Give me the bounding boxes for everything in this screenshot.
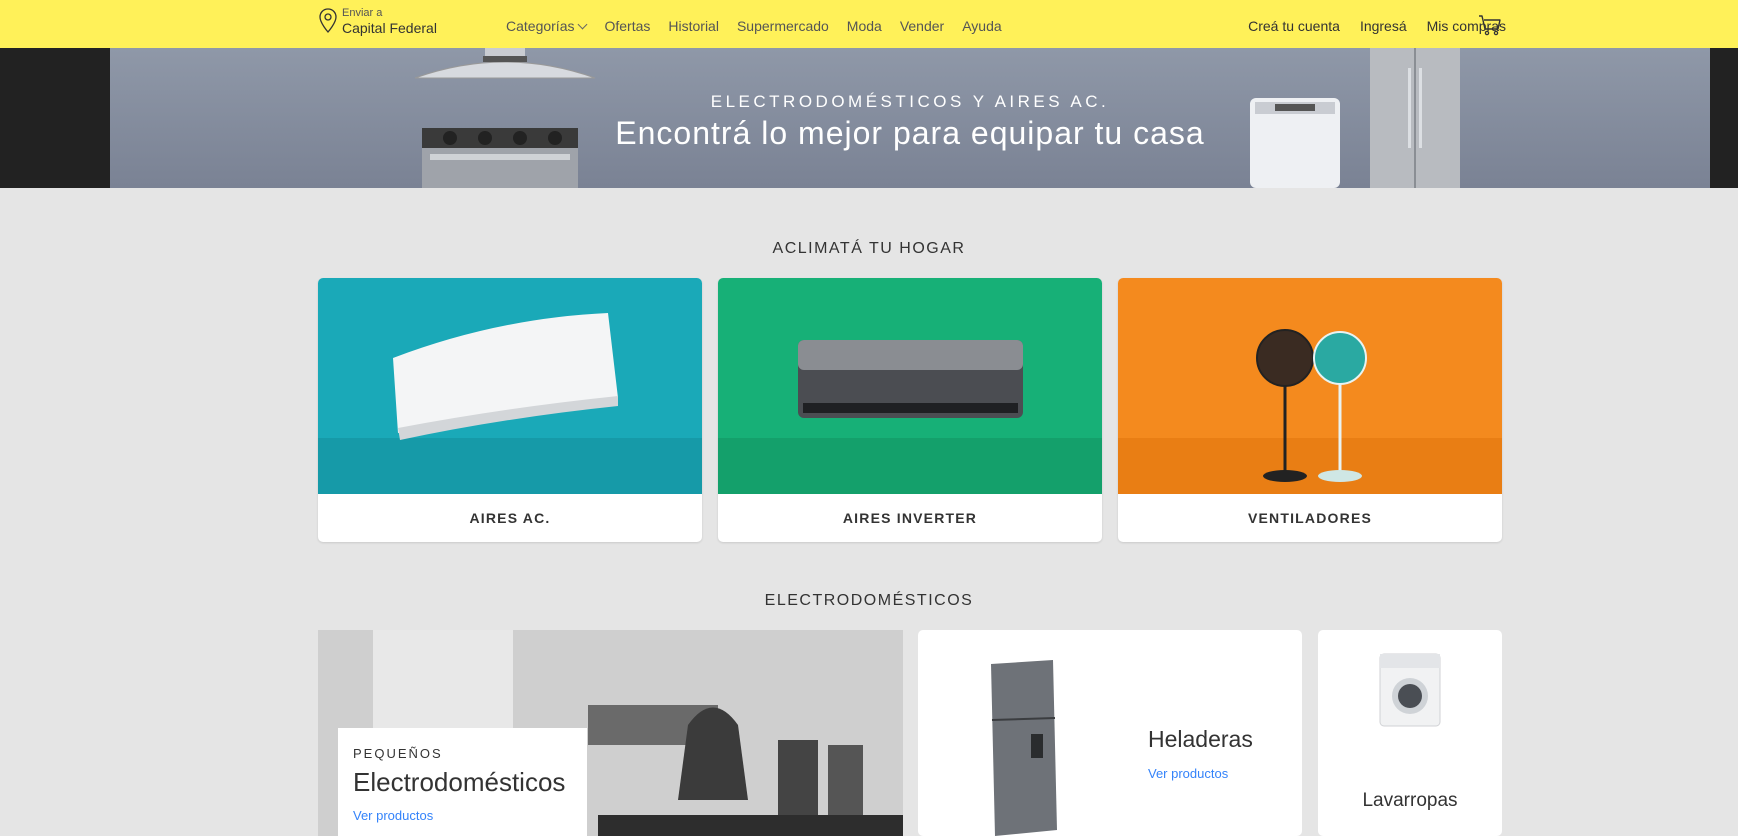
hero-banner[interactable]: ELECTRODOMÉSTICOS Y AIRES AC. Encontrá l… [110,48,1710,188]
nav-historial[interactable]: Historial [668,18,719,34]
heladeras-title: Heladeras [1148,726,1253,752]
nav-vender[interactable]: Vender [900,18,944,34]
featured-big-title: Electrodomésticos [353,767,566,797]
banner-subtitle: ELECTRODOMÉSTICOS Y AIRES AC. [710,92,1110,111]
cart-icon[interactable] [1478,14,1502,36]
nav-ofertas[interactable]: Ofertas [604,18,650,34]
account-nav: Creá tu cuenta Ingresá Mis compras [1228,18,1506,34]
fan-icon [1118,329,1502,494]
ventiladores-image [1118,278,1502,494]
climate-section-title: ACLIMATÁ TU HOGAR [772,240,966,257]
login-link[interactable]: Ingresá [1360,18,1407,34]
aires-ac-image [318,278,702,494]
appliances-section-title: ELECTRODOMÉSTICOS [764,592,974,609]
aires-inverter-image [718,278,1102,494]
nav-supermercado[interactable]: Supermercado [737,18,829,34]
card-pequenos-electrodomesticos[interactable]: PEQUEÑOS Electrodomésticos Ver productos [318,630,903,836]
card-ventiladores[interactable]: VENTILADORES [1118,278,1502,542]
featured-link[interactable]: Ver productos [353,808,572,823]
main-nav: Categorías Ofertas Historial Supermercad… [506,18,1020,34]
washing-machine-icon [1379,653,1441,727]
banner-title: Encontrá lo mejor para equipar tu casa [615,115,1205,151]
featured-small-title: PEQUEÑOS [353,746,443,761]
location-pin-icon [319,8,337,33]
air-conditioner-icon [318,313,702,494]
location-value: Capital Federal [342,20,437,36]
location-label: Enviar a [342,7,383,19]
ventiladores-label: VENTILADORES [1247,510,1373,526]
inverter-unit-icon [718,340,1102,494]
card-lavarropas[interactable]: Lavarropas [1318,630,1502,836]
create-account-link[interactable]: Creá tu cuenta [1248,18,1340,34]
aires-inverter-label: AIRES INVERTER [842,510,978,526]
chevron-down-icon [578,19,588,30]
shipping-location[interactable]: Enviar a Capital Federal [318,7,437,37]
nav-categorias-label: Categorías [506,18,575,34]
featured-overlay: PEQUEÑOS Electrodomésticos Ver productos [338,728,587,836]
heladeras-link[interactable]: Ver productos [1148,766,1228,781]
fridge-product-icon [991,660,1057,836]
aires-ac-label: AIRES AC. [469,510,551,526]
range-hood-image [414,48,596,79]
top-header: Enviar a Capital Federal Categorías Ofer… [0,0,1738,48]
card-aires-ac[interactable]: AIRES AC. [318,278,702,542]
lavarropas-title: Lavarropas [1362,790,1458,811]
card-heladeras[interactable]: Heladeras Ver productos [918,630,1302,836]
nav-moda[interactable]: Moda [847,18,882,34]
nav-categorias[interactable]: Categorías [506,18,588,34]
card-aires-inverter[interactable]: AIRES INVERTER [718,278,1102,542]
nav-ayuda[interactable]: Ayuda [962,18,1001,34]
